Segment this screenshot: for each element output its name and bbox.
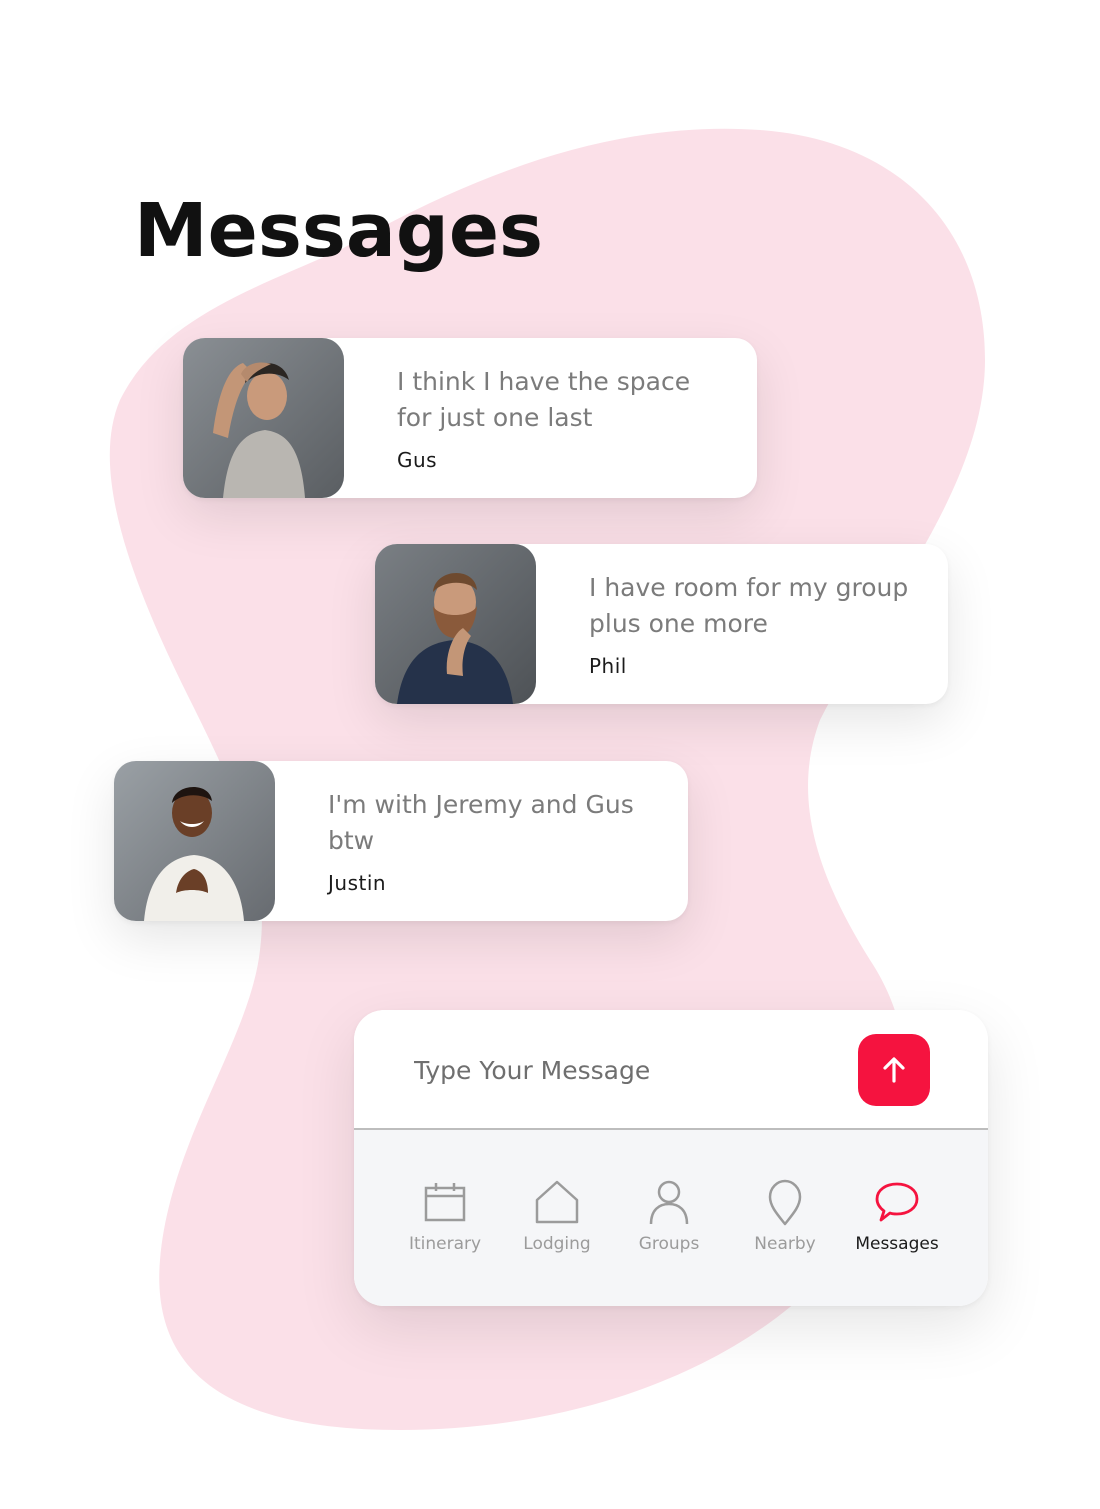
tab-bar: Itinerary Lodging Groups Nearby Messages bbox=[354, 1130, 988, 1306]
tab-label: Messages bbox=[855, 1234, 939, 1254]
message-input[interactable] bbox=[412, 1044, 836, 1096]
person-icon bbox=[649, 1180, 689, 1225]
message-card-justin[interactable]: I'm with Jeremy and Gus btw Justin bbox=[114, 761, 688, 921]
tab-itinerary[interactable]: Itinerary bbox=[390, 1178, 500, 1268]
chat-bubble-icon bbox=[875, 1182, 919, 1222]
message-text: I'm with Jeremy and Gus btw bbox=[328, 790, 634, 855]
location-pin-icon bbox=[768, 1179, 802, 1226]
message-sender: Gus bbox=[397, 448, 438, 472]
avatar-photo-phil bbox=[375, 544, 536, 704]
message-body: I have room for my group plus one more P… bbox=[536, 544, 919, 704]
message-body: I'm with Jeremy and Gus btw Justin bbox=[275, 761, 658, 921]
message-text: I have room for my group plus one more bbox=[589, 573, 909, 638]
page-title: Messages bbox=[134, 188, 544, 274]
tab-groups[interactable]: Groups bbox=[614, 1178, 724, 1268]
arrow-up-icon bbox=[883, 1057, 905, 1083]
message-composer: Itinerary Lodging Groups Nearby Mes bbox=[354, 1010, 988, 1306]
message-card-gus[interactable]: I think I have the space for just one la… bbox=[183, 338, 757, 498]
tab-lodging[interactable]: Lodging bbox=[502, 1178, 612, 1268]
calendar-icon bbox=[424, 1183, 466, 1222]
tab-label: Lodging bbox=[523, 1234, 591, 1254]
tab-label: Groups bbox=[638, 1234, 700, 1254]
tab-nearby[interactable]: Nearby bbox=[730, 1178, 840, 1268]
input-row bbox=[354, 1010, 988, 1128]
message-body: I think I have the space for just one la… bbox=[344, 338, 727, 498]
avatar-photo-gus bbox=[183, 338, 344, 498]
tab-messages[interactable]: Messages bbox=[842, 1178, 952, 1268]
message-sender: Justin bbox=[328, 871, 387, 895]
send-button[interactable] bbox=[858, 1034, 930, 1106]
message-sender: Phil bbox=[589, 654, 627, 678]
home-icon bbox=[535, 1180, 579, 1224]
message-card-phil[interactable]: I have room for my group plus one more P… bbox=[375, 544, 948, 704]
avatar-photo-justin bbox=[114, 761, 275, 921]
tab-label: Itinerary bbox=[408, 1234, 482, 1254]
message-text: I think I have the space for just one la… bbox=[397, 367, 691, 432]
tab-label: Nearby bbox=[754, 1234, 816, 1254]
